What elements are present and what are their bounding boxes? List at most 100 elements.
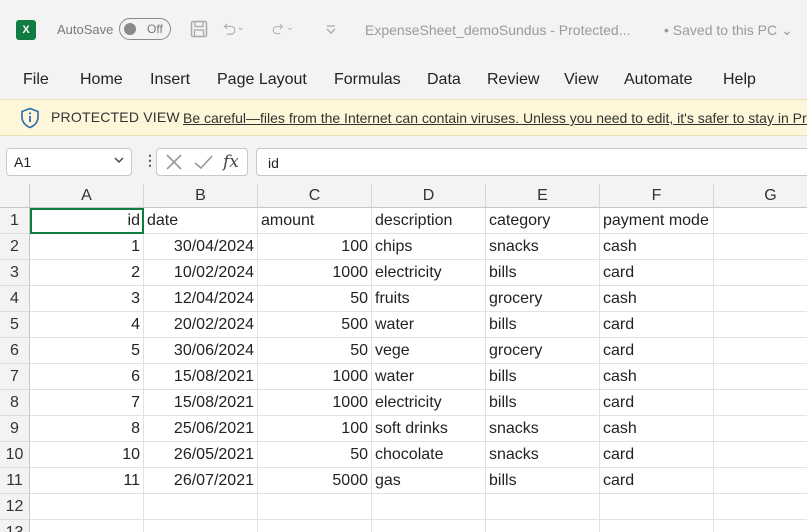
cell-e4[interactable]: grocery <box>486 286 600 312</box>
row-header-5[interactable]: 5 <box>0 312 30 338</box>
enter-check-icon[interactable] <box>193 152 213 177</box>
cell-b1[interactable]: date <box>144 208 258 234</box>
cell-g6[interactable] <box>714 338 807 364</box>
cell-a3[interactable]: 2 <box>30 260 144 286</box>
cell-g9[interactable] <box>714 416 807 442</box>
cell-e6[interactable]: grocery <box>486 338 600 364</box>
chevron-down-icon[interactable] <box>113 154 125 169</box>
cell-b6[interactable]: 30/06/2024 <box>144 338 258 364</box>
cell-g2[interactable] <box>714 234 807 260</box>
more-options-icon[interactable]: ⋮ <box>143 152 157 169</box>
cell-d6[interactable]: vege <box>372 338 486 364</box>
row-header-12[interactable]: 12 <box>0 494 30 520</box>
cell-d4[interactable]: fruits <box>372 286 486 312</box>
autosave-toggle[interactable]: Off <box>119 18 171 40</box>
cell-e11[interactable]: bills <box>486 468 600 494</box>
cell-a1[interactable]: id <box>30 208 144 234</box>
cell-b2[interactable]: 30/04/2024 <box>144 234 258 260</box>
cell-d1[interactable]: description <box>372 208 486 234</box>
cell-a13[interactable] <box>30 520 144 532</box>
cell-a11[interactable]: 11 <box>30 468 144 494</box>
tab-help[interactable]: Help <box>723 71 756 89</box>
tab-home[interactable]: Home <box>80 71 123 89</box>
cell-e5[interactable]: bills <box>486 312 600 338</box>
cell-g10[interactable] <box>714 442 807 468</box>
cell-e10[interactable]: snacks <box>486 442 600 468</box>
cell-d5[interactable]: water <box>372 312 486 338</box>
cell-b7[interactable]: 15/08/2021 <box>144 364 258 390</box>
cell-g13[interactable] <box>714 520 807 532</box>
cell-g5[interactable] <box>714 312 807 338</box>
cell-g3[interactable] <box>714 260 807 286</box>
cell-c4[interactable]: 50 <box>258 286 372 312</box>
cell-a2[interactable]: 1 <box>30 234 144 260</box>
name-box[interactable]: A1 <box>6 148 132 176</box>
cell-c3[interactable]: 1000 <box>258 260 372 286</box>
cell-d11[interactable]: gas <box>372 468 486 494</box>
cell-d3[interactable]: electricity <box>372 260 486 286</box>
cell-f8[interactable]: card <box>600 390 714 416</box>
cell-e13[interactable] <box>486 520 600 532</box>
cell-g7[interactable] <box>714 364 807 390</box>
cell-d9[interactable]: soft drinks <box>372 416 486 442</box>
cell-e3[interactable]: bills <box>486 260 600 286</box>
cell-c10[interactable]: 50 <box>258 442 372 468</box>
cell-b9[interactable]: 25/06/2021 <box>144 416 258 442</box>
cell-a4[interactable]: 3 <box>30 286 144 312</box>
cell-e8[interactable]: bills <box>486 390 600 416</box>
cell-a10[interactable]: 10 <box>30 442 144 468</box>
tab-formulas[interactable]: Formulas <box>334 71 401 89</box>
cell-e7[interactable]: bills <box>486 364 600 390</box>
cell-c5[interactable]: 500 <box>258 312 372 338</box>
row-header-8[interactable]: 8 <box>0 390 30 416</box>
cell-c11[interactable]: 5000 <box>258 468 372 494</box>
column-header-e[interactable]: E <box>486 184 600 208</box>
row-header-13[interactable]: 13 <box>0 520 30 532</box>
cell-d13[interactable] <box>372 520 486 532</box>
save-icon[interactable] <box>188 17 210 41</box>
cell-e9[interactable]: snacks <box>486 416 600 442</box>
cell-a12[interactable] <box>30 494 144 520</box>
row-header-2[interactable]: 2 <box>0 234 30 260</box>
row-header-1[interactable]: 1 <box>0 208 30 234</box>
cell-f13[interactable] <box>600 520 714 532</box>
cell-c2[interactable]: 100 <box>258 234 372 260</box>
cell-b4[interactable]: 12/04/2024 <box>144 286 258 312</box>
cell-f5[interactable]: card <box>600 312 714 338</box>
column-header-a[interactable]: A <box>30 184 144 208</box>
tab-review[interactable]: Review <box>487 71 539 89</box>
cell-d8[interactable]: electricity <box>372 390 486 416</box>
cell-c9[interactable]: 100 <box>258 416 372 442</box>
customize-quick-access-icon[interactable] <box>320 17 342 41</box>
cell-b11[interactable]: 26/07/2021 <box>144 468 258 494</box>
column-header-d[interactable]: D <box>372 184 486 208</box>
cell-c6[interactable]: 50 <box>258 338 372 364</box>
cell-e1[interactable]: category <box>486 208 600 234</box>
cell-f12[interactable] <box>600 494 714 520</box>
cell-c13[interactable] <box>258 520 372 532</box>
column-header-b[interactable]: B <box>144 184 258 208</box>
cell-c7[interactable]: 1000 <box>258 364 372 390</box>
row-header-3[interactable]: 3 <box>0 260 30 286</box>
row-header-7[interactable]: 7 <box>0 364 30 390</box>
select-all-corner[interactable] <box>0 184 30 208</box>
cell-g11[interactable] <box>714 468 807 494</box>
column-header-g[interactable]: G <box>714 184 807 208</box>
cell-f11[interactable]: card <box>600 468 714 494</box>
row-header-4[interactable]: 4 <box>0 286 30 312</box>
tab-data[interactable]: Data <box>427 71 461 89</box>
cell-e12[interactable] <box>486 494 600 520</box>
cell-a8[interactable]: 7 <box>30 390 144 416</box>
tab-file[interactable]: File <box>23 71 49 89</box>
undo-icon[interactable] <box>222 17 244 41</box>
cell-a9[interactable]: 8 <box>30 416 144 442</box>
cell-g4[interactable] <box>714 286 807 312</box>
cell-f1[interactable]: payment mode <box>600 208 714 234</box>
cell-f10[interactable]: card <box>600 442 714 468</box>
row-header-6[interactable]: 6 <box>0 338 30 364</box>
saved-status[interactable]: • Saved to this PC ⌄ <box>664 22 793 39</box>
cell-b3[interactable]: 10/02/2024 <box>144 260 258 286</box>
tab-view[interactable]: View <box>564 71 598 89</box>
cell-c1[interactable]: amount <box>258 208 372 234</box>
column-header-c[interactable]: C <box>258 184 372 208</box>
